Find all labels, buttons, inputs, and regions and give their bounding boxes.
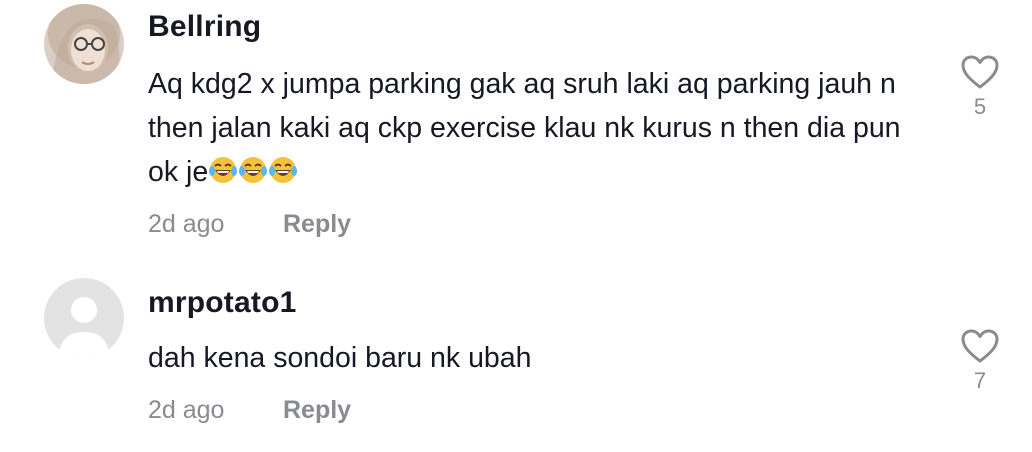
comment-meta: 2d ago Reply bbox=[148, 210, 351, 239]
tears-of-joy-emoji-icon bbox=[268, 154, 298, 198]
comment-text: dah kena sondoi baru nk ubah bbox=[148, 342, 532, 374]
default-user-icon bbox=[44, 278, 124, 358]
like-count: 7 bbox=[973, 368, 987, 393]
tears-of-joy-emoji-icon bbox=[208, 154, 238, 198]
like-count: 5 bbox=[973, 94, 987, 119]
comment-meta: 2d ago Reply bbox=[148, 396, 351, 425]
comment-text: Aq kdg2 x jumpa parking gak aq sruh laki… bbox=[148, 62, 938, 198]
reply-button[interactable]: Reply bbox=[283, 210, 351, 239]
like-button[interactable]: 5 bbox=[958, 54, 1002, 120]
avatar[interactable] bbox=[44, 4, 124, 84]
comment-timestamp: 2d ago bbox=[148, 396, 225, 424]
user-photo-icon bbox=[44, 4, 124, 84]
heart-outline-icon bbox=[961, 329, 999, 363]
reply-button[interactable]: Reply bbox=[283, 396, 351, 425]
comment-timestamp: 2d ago bbox=[148, 210, 225, 238]
comment-username[interactable]: mrpotato1 bbox=[148, 286, 296, 320]
comment-username[interactable]: Bellring bbox=[148, 10, 261, 44]
like-button[interactable]: 7 bbox=[958, 328, 1002, 394]
avatar[interactable] bbox=[44, 278, 124, 358]
heart-outline-icon bbox=[961, 55, 999, 89]
tears-of-joy-emoji-icon bbox=[238, 154, 268, 198]
